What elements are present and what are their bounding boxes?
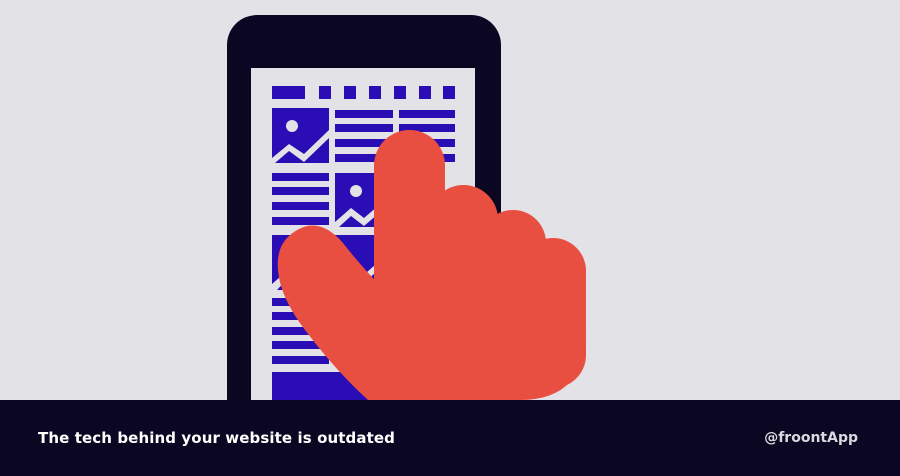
twitter-handle: @froontApp xyxy=(764,430,858,446)
caption-text: The tech behind your website is outdated xyxy=(38,429,395,447)
